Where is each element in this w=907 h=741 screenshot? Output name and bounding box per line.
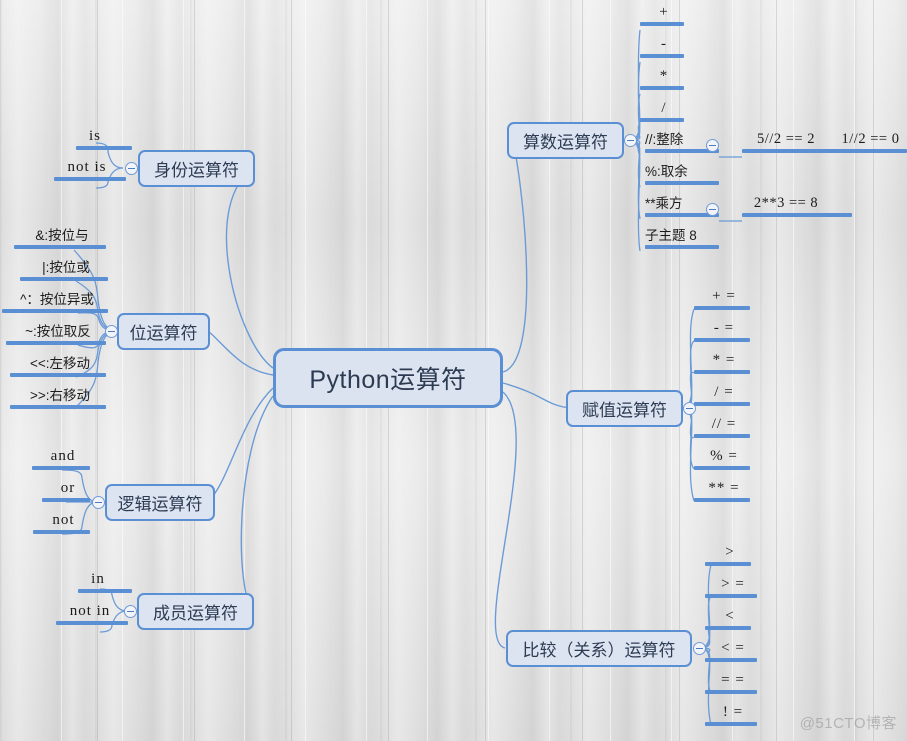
- watermark: @51CTO博客: [799, 715, 897, 732]
- leaf-item[interactable]: * =: [694, 353, 754, 377]
- leaf-underline: [10, 405, 106, 409]
- leaf-underline: [705, 562, 751, 566]
- root-node[interactable]: Python运算符: [273, 348, 503, 408]
- branch-label-identity: 身份运算符: [154, 161, 239, 180]
- collapse-toggle-floordiv[interactable]: [706, 139, 719, 152]
- leaf-item[interactable]: not in: [50, 604, 130, 628]
- leaf-item[interactable]: + =: [694, 289, 754, 313]
- leaf-underline: [56, 621, 128, 625]
- branch-label-membership: 成员运算符: [153, 604, 238, 623]
- leaf-underline: [42, 498, 90, 502]
- branch-node-arithmetic[interactable]: 算数运算符: [507, 122, 624, 159]
- leaf-underline: [76, 146, 132, 150]
- leaf-underline: [10, 373, 106, 377]
- leaf-item[interactable]: / =: [694, 385, 754, 409]
- branch-node-logical[interactable]: 逻辑运算符: [105, 484, 215, 521]
- branch-node-bitwise[interactable]: 位运算符: [117, 313, 210, 350]
- leaf-underline: [14, 245, 106, 249]
- leaf-item[interactable]: ** =: [694, 481, 754, 505]
- leaf-underline: [742, 213, 852, 217]
- branch-node-comparison[interactable]: 比较（关系）运算符: [506, 630, 692, 667]
- branch-label-comparison: 比较（关系）运算符: [522, 641, 676, 660]
- leaf-underline: [32, 466, 90, 470]
- branch-node-assignment[interactable]: 赋值运算符: [566, 390, 683, 427]
- leaf-item[interactable]: < =: [705, 641, 761, 665]
- leaf-item[interactable]: is: [62, 129, 132, 153]
- leaf-item[interactable]: - =: [694, 321, 754, 345]
- leaf-item[interactable]: 子主题 8: [645, 228, 719, 252]
- leaf-item-example[interactable]: 1//2 == 0: [834, 132, 907, 150]
- leaf-item[interactable]: not is: [46, 160, 128, 184]
- leaf-item[interactable]: <<:左移动: [10, 356, 110, 380]
- leaf-underline: [6, 341, 106, 345]
- leaf-underline: [694, 434, 750, 438]
- branch-label-bitwise: 位运算符: [129, 324, 198, 343]
- leaf-underline: [2, 309, 108, 313]
- leaf-item[interactable]: = =: [705, 673, 761, 697]
- leaf-item[interactable]: % =: [694, 449, 754, 473]
- leaf-underline: [640, 54, 684, 58]
- leaf-item[interactable]: |:按位或: [20, 260, 112, 284]
- leaf-underline: [645, 181, 719, 185]
- leaf-underline: [694, 402, 750, 406]
- leaf-underline: [694, 498, 750, 502]
- branch-node-membership[interactable]: 成员运算符: [137, 593, 254, 630]
- leaf-item-example[interactable]: 2**3 == 8: [742, 196, 852, 220]
- leaf-underline: [705, 722, 757, 726]
- leaf-underline: [640, 118, 684, 122]
- leaf-underline: [705, 626, 751, 630]
- leaf-item[interactable]: > =: [705, 577, 761, 601]
- collapse-toggle-power[interactable]: [706, 203, 719, 216]
- mindmap-canvas: Python运算符 身份运算符 位运算符 逻辑运算符 成员运算符 算数运算符 赋…: [0, 0, 907, 741]
- leaf-item[interactable]: // =: [694, 417, 754, 441]
- leaf-underline: [694, 370, 750, 374]
- leaf-item[interactable]: *: [640, 69, 688, 93]
- leaf-item[interactable]: -: [640, 37, 688, 61]
- leaf-underline: [640, 22, 684, 26]
- leaf-item[interactable]: or: [42, 481, 94, 505]
- leaf-item[interactable]: and: [32, 449, 94, 473]
- leaf-underline: [694, 338, 750, 342]
- leaf-item[interactable]: &:按位与: [14, 228, 110, 252]
- leaf-underline: [78, 589, 132, 593]
- leaf-underline: [640, 86, 684, 90]
- leaf-item[interactable]: ~:按位取反: [6, 324, 110, 348]
- leaf-item[interactable]: ^：按位异或: [2, 292, 112, 316]
- branch-label-logical: 逻辑运算符: [117, 495, 203, 514]
- leaf-underline: [694, 306, 750, 310]
- leaf-item[interactable]: in: [66, 572, 132, 596]
- leaf-underline: [705, 594, 757, 598]
- leaf-underline: [705, 690, 757, 694]
- leaf-item[interactable]: <: [705, 609, 755, 633]
- root-label: Python运算符: [309, 366, 467, 394]
- leaf-item[interactable]: ! =: [705, 705, 761, 729]
- leaf-underline: [20, 277, 108, 281]
- leaf-item[interactable]: /: [640, 101, 688, 125]
- leaf-item[interactable]: not: [33, 513, 94, 537]
- branch-node-identity[interactable]: 身份运算符: [138, 150, 255, 187]
- leaf-item-example[interactable]: 5//2 == 2: [742, 132, 907, 156]
- leaf-underline: [54, 177, 126, 181]
- leaf-underline: [645, 245, 719, 249]
- leaf-underline: [33, 530, 90, 534]
- collapse-toggle-arithmetic[interactable]: [624, 134, 637, 147]
- leaf-item[interactable]: >>:右移动: [10, 388, 110, 412]
- leaf-item[interactable]: +: [640, 5, 688, 29]
- branch-label-assignment: 赋值运算符: [582, 401, 667, 420]
- leaf-underline: [705, 658, 757, 662]
- leaf-item[interactable]: %:取余: [645, 164, 719, 188]
- branch-label-arithmetic: 算数运算符: [523, 133, 608, 152]
- leaf-item[interactable]: >: [705, 545, 755, 569]
- leaf-underline: [694, 466, 750, 470]
